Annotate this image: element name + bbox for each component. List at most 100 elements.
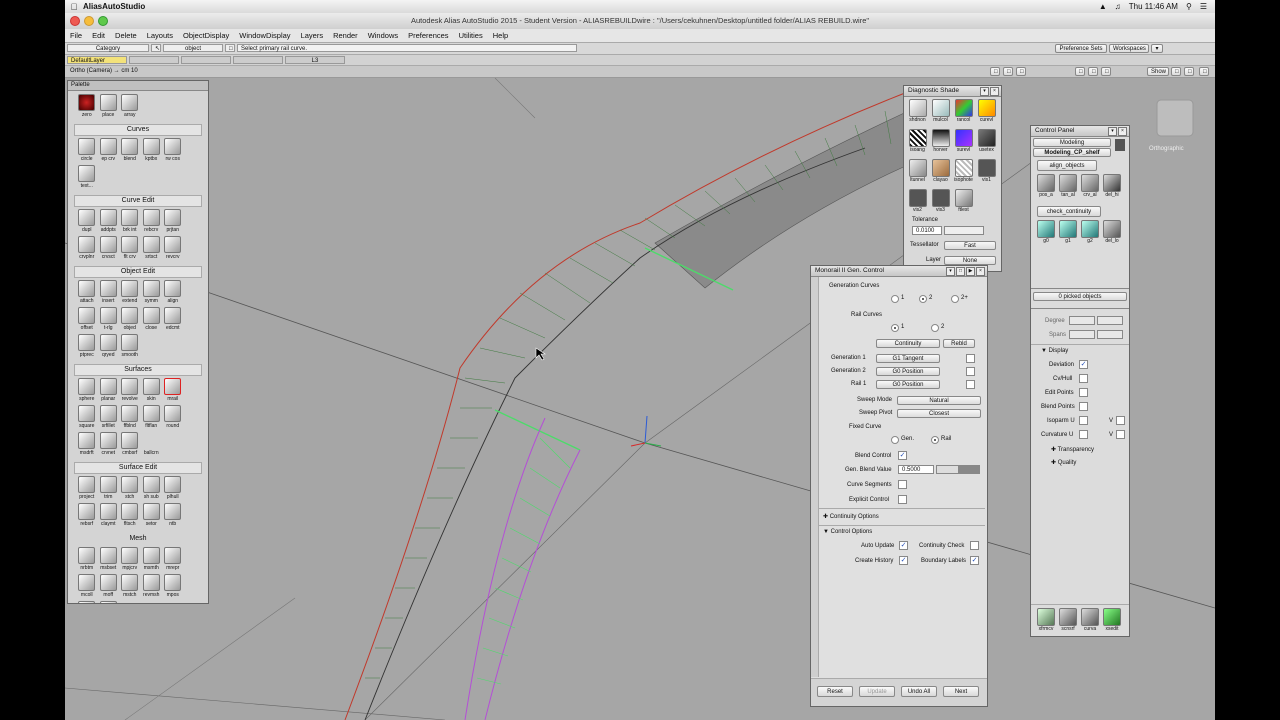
section-mesh[interactable]: Mesh	[74, 533, 202, 545]
diag-vis3[interactable]: vis3	[929, 189, 952, 219]
layer-tab-3[interactable]	[233, 56, 283, 64]
tool-ep-crv[interactable]: ep crv	[98, 138, 120, 165]
menu-layers[interactable]: Layers	[296, 31, 329, 40]
panel-menu-icon[interactable]: ▾	[1108, 127, 1117, 136]
tolerance-slider[interactable]	[944, 226, 984, 235]
section-curves[interactable]: Curves	[74, 124, 202, 136]
curve-segments-checkbox[interactable]	[898, 480, 907, 489]
menu-file[interactable]: File	[65, 31, 87, 40]
panel-menu-icon[interactable]: ▾	[946, 267, 955, 276]
tool-extend[interactable]: extend	[119, 280, 141, 307]
object-field[interactable]: object	[163, 44, 223, 52]
trash-icon[interactable]	[1115, 139, 1125, 151]
tool-mstch[interactable]: mstch	[119, 574, 141, 601]
diag-clayao[interactable]: clayao	[929, 159, 952, 189]
tool-crvnet[interactable]: crvnet	[98, 432, 120, 459]
tool-qryed[interactable]: qryed	[98, 334, 120, 361]
view-icon-4[interactable]: □	[1075, 67, 1085, 76]
tool-edcmt[interactable]: edcmt	[162, 307, 184, 334]
workspace-menu-icon[interactable]: ▾	[1151, 44, 1163, 53]
rebuild-button[interactable]: Rebld	[943, 339, 975, 348]
fixed-rail-radio[interactable]	[931, 436, 939, 444]
tool-msmth[interactable]: msmth	[141, 547, 163, 574]
tool-kptbx[interactable]: kptbx	[141, 138, 163, 165]
panel-close-icon[interactable]: ×	[1118, 127, 1127, 136]
panel-close-icon[interactable]: ×	[976, 267, 985, 276]
tool-rebsrf[interactable]: rebsrf	[76, 503, 98, 530]
layer-tab-1[interactable]	[129, 56, 179, 64]
view-icon-6[interactable]: □	[1101, 67, 1111, 76]
continuity-options-expander[interactable]: ✚ Continuity Options	[823, 513, 879, 520]
diag-ftlest[interactable]: ftlest	[952, 189, 975, 219]
menu-edit[interactable]: Edit	[87, 31, 110, 40]
sweep-pivot-dropdown[interactable]: Closest	[897, 409, 981, 418]
diag-horver[interactable]: horver	[929, 129, 952, 159]
tool-g0[interactable]: g0	[1035, 220, 1057, 244]
diag-usetex[interactable]: usetex	[975, 129, 998, 159]
tool-dupl[interactable]: dupl	[76, 209, 98, 236]
tool-srtsct[interactable]: srtsct	[141, 236, 163, 263]
tool-mcoll[interactable]: mcoll	[76, 574, 98, 601]
blend-points-checkbox[interactable]	[1079, 402, 1088, 411]
tool-rw-cos[interactable]: rw cos	[162, 138, 184, 165]
tool-round[interactable]: round	[162, 405, 184, 432]
tool-fltflan[interactable]: fltflan	[141, 405, 163, 432]
control-options-expander[interactable]: ▼ Control Options	[823, 529, 872, 535]
gen-2plus-radio[interactable]	[951, 295, 959, 303]
blend-control-checkbox[interactable]: ✓	[898, 451, 907, 460]
undo-all-button[interactable]: Undo All	[901, 686, 937, 697]
gen-blend-value-input[interactable]: 0.5000	[898, 465, 934, 474]
menu-layouts[interactable]: Layouts	[142, 31, 178, 40]
generation2-continuity-button[interactable]: G0 Position	[876, 367, 940, 376]
panel-pin-icon[interactable]: □	[956, 267, 965, 276]
tool-curva[interactable]: curva	[1079, 608, 1101, 632]
tool-text[interactable]: text...	[76, 165, 98, 192]
tool-plhull[interactable]: plhull	[162, 476, 184, 503]
tool-scnsrf[interactable]: scnsrf	[1057, 608, 1079, 632]
spans-v-input[interactable]	[1097, 330, 1123, 339]
tool-attach[interactable]: attach	[76, 280, 98, 307]
tool-ptprec[interactable]: ptprec	[76, 334, 98, 361]
panel-menu-icon[interactable]: ▾	[980, 87, 989, 96]
menu-windowdisplay[interactable]: WindowDisplay	[234, 31, 295, 40]
rail-1-radio[interactable]	[891, 324, 899, 332]
isoparm-v-checkbox[interactable]	[1116, 416, 1125, 425]
tool-medge[interactable]: medge	[76, 601, 98, 603]
menu-preferences[interactable]: Preferences	[403, 31, 453, 40]
tool-srfillet[interactable]: srfillet	[98, 405, 120, 432]
tool-xfrmcv[interactable]: xfrmcv	[1035, 608, 1057, 632]
tool-mrepr[interactable]: mrepr	[162, 547, 184, 574]
tool-mptch[interactable]: mptch	[98, 601, 120, 603]
tool-revmsh[interactable]: revmsh	[141, 574, 163, 601]
section-surfaces[interactable]: Surfaces	[74, 364, 202, 376]
tool-mrail[interactable]: mrail	[162, 378, 184, 405]
menu-objectdisplay[interactable]: ObjectDisplay	[178, 31, 234, 40]
layer-tab-2[interactable]	[181, 56, 231, 64]
isoparm-u-checkbox[interactable]	[1079, 416, 1088, 425]
view-icon-9[interactable]: □	[1199, 67, 1209, 76]
tool-offset[interactable]: offset	[76, 307, 98, 334]
diag-rancol[interactable]: rancol	[952, 99, 975, 129]
diag-shdnon[interactable]: shdnon	[906, 99, 929, 129]
tool-nrbtm[interactable]: nrbtm	[76, 547, 98, 574]
tool-skin[interactable]: skin	[141, 378, 163, 405]
tool-tan-al[interactable]: tan_al	[1057, 174, 1079, 198]
monorail-scrollbar[interactable]	[811, 277, 819, 677]
tool-setor[interactable]: setor	[141, 503, 163, 530]
create-history-checkbox[interactable]: ✓	[899, 556, 908, 565]
notifications-icon[interactable]: ☰	[1200, 2, 1207, 11]
deviation-checkbox[interactable]: ✓	[1079, 360, 1088, 369]
wifi-icon[interactable]: ▲	[1099, 2, 1107, 11]
mode-dropdown[interactable]: Modeling	[1033, 138, 1111, 147]
tool-sphere[interactable]: sphere	[76, 378, 98, 405]
spans-u-input[interactable]	[1069, 330, 1095, 339]
diag-isophote[interactable]: isophote	[952, 159, 975, 189]
align-objects-tab[interactable]: align_objects	[1037, 160, 1097, 171]
tool-square[interactable]: square	[76, 405, 98, 432]
display-expander[interactable]: ▼ Display	[1041, 348, 1068, 354]
edit-points-checkbox[interactable]	[1079, 388, 1088, 397]
tool-close[interactable]: close	[141, 307, 163, 334]
tool-mpos[interactable]: mpos	[162, 574, 184, 601]
diag-isoang[interactable]: isoang	[906, 129, 929, 159]
category-field[interactable]: Category	[67, 44, 149, 52]
